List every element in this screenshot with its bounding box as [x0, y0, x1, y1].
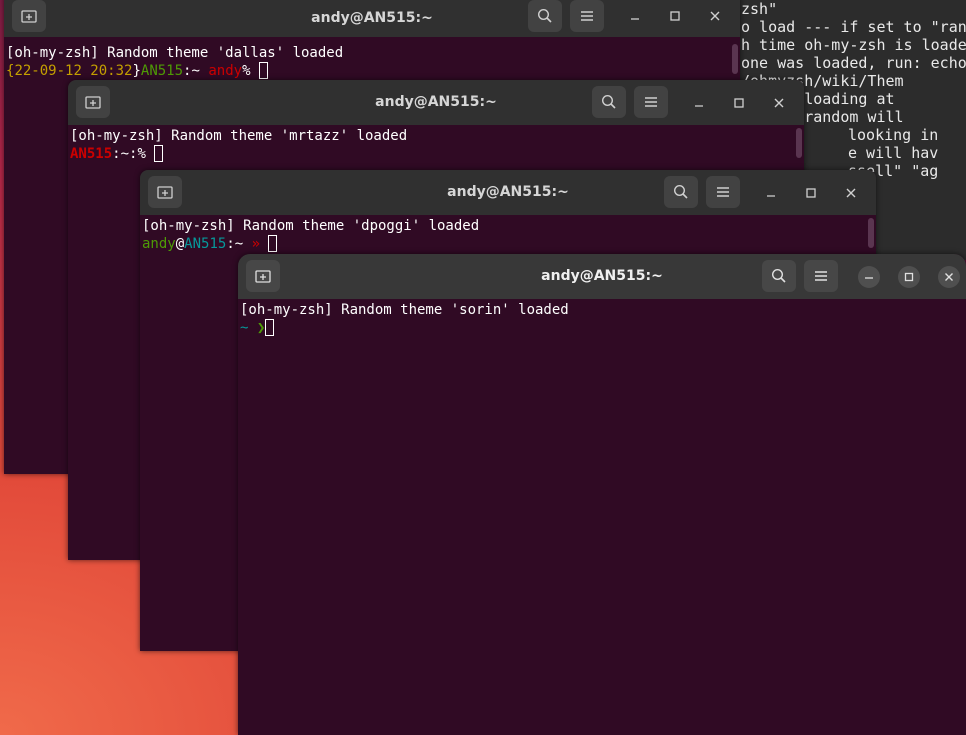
prompt-host: AN515: [140, 63, 184, 79]
theme-message: [oh-my-zsh] Random theme 'dallas' loaded: [6, 45, 344, 61]
titlebar[interactable]: andy@AN515:~: [238, 254, 966, 299]
cursor: [154, 145, 164, 162]
terminal-output[interactable]: [oh-my-zsh] Random theme 'sorin' loaded …: [238, 299, 966, 735]
prompt-sep: :~: [183, 63, 209, 79]
theme-message: [oh-my-zsh] Random theme 'dpoggi' loaded: [142, 218, 480, 234]
window-title: andy@AN515:~: [541, 268, 663, 284]
maximize-icon: [670, 11, 680, 21]
editor-line: h time oh-my-zsh is loade: [741, 36, 966, 54]
prompt-rest: :~:%: [112, 146, 155, 162]
minimize-icon: [695, 105, 703, 107]
editor-line: o load --- if set to "ran: [741, 18, 966, 36]
prompt-sep: :~: [226, 236, 252, 252]
close-button[interactable]: [768, 92, 790, 114]
search-icon: [601, 94, 616, 109]
close-button[interactable]: [704, 5, 726, 27]
titlebar[interactable]: andy@AN515:~: [68, 80, 804, 125]
maximize-button[interactable]: [898, 266, 920, 288]
close-icon: [945, 273, 953, 281]
prompt-line: AN515:~:%: [70, 145, 802, 163]
search-icon: [537, 8, 552, 23]
close-icon: [846, 188, 856, 198]
hamburger-menu-icon: [645, 97, 657, 107]
maximize-button[interactable]: [800, 182, 822, 204]
minimize-button[interactable]: [858, 266, 880, 288]
minimize-button[interactable]: [624, 5, 646, 27]
minimize-icon: [767, 195, 775, 197]
hamburger-menu-icon: [581, 11, 593, 21]
cursor: [258, 62, 268, 79]
menu-button[interactable]: [706, 176, 740, 208]
minimize-button[interactable]: [688, 92, 710, 114]
scrollbar[interactable]: [732, 44, 738, 74]
minimize-button[interactable]: [760, 182, 782, 204]
minimize-icon: [631, 18, 639, 20]
prompt-datetime: 22-09-12 20:32: [14, 63, 133, 79]
close-button[interactable]: [938, 266, 960, 288]
prompt-tilde: ~: [240, 320, 257, 336]
menu-button[interactable]: [570, 0, 604, 32]
theme-message: [oh-my-zsh] Random theme 'mrtazz' loaded: [70, 128, 408, 144]
maximize-button[interactable]: [664, 5, 686, 27]
close-button[interactable]: [840, 182, 862, 204]
prompt-host: AN515: [70, 146, 113, 162]
prompt-line: ~ ❯: [240, 319, 964, 337]
titlebar[interactable]: andy@AN515:~: [4, 0, 740, 37]
hamburger-menu-icon: [815, 271, 827, 281]
close-icon: [710, 11, 720, 21]
cursor: [268, 235, 278, 252]
menu-button[interactable]: [634, 86, 668, 118]
prompt-brace: }: [132, 63, 141, 79]
close-icon: [774, 98, 784, 108]
prompt-line: andy@AN515:~ »: [142, 235, 874, 253]
editor-line: zsh": [741, 0, 778, 18]
prompt-line: {22-09-12 20:32}AN515:~ andy%: [6, 62, 738, 80]
maximize-button[interactable]: [728, 92, 750, 114]
maximize-icon: [806, 188, 816, 198]
prompt-user: andy: [208, 63, 243, 79]
menu-button[interactable]: [804, 260, 838, 292]
search-button[interactable]: [762, 260, 796, 292]
prompt-host: AN515: [184, 236, 227, 252]
hamburger-menu-icon: [717, 187, 729, 197]
search-icon: [771, 268, 786, 283]
editor-line: one was loaded, run: echo: [741, 54, 966, 72]
prompt-symbol: ❯: [256, 320, 266, 336]
search-icon: [673, 184, 688, 199]
search-button[interactable]: [664, 176, 698, 208]
scrollbar[interactable]: [868, 218, 874, 248]
search-button[interactable]: [528, 0, 562, 32]
prompt-at: @: [175, 236, 185, 252]
theme-message: [oh-my-zsh] Random theme 'sorin' loaded: [240, 302, 569, 318]
titlebar[interactable]: andy@AN515:~: [140, 170, 876, 215]
maximize-icon: [734, 98, 744, 108]
scrollbar[interactable]: [796, 128, 802, 158]
prompt-user: andy: [142, 236, 176, 252]
maximize-icon: [904, 272, 914, 282]
cursor: [265, 319, 275, 336]
terminal-window-sorin[interactable]: andy@AN515:~ [oh-my-zsh] Random theme 's…: [238, 254, 966, 735]
search-button[interactable]: [592, 86, 626, 118]
prompt-symbol: %: [242, 63, 259, 79]
prompt-symbol: »: [251, 236, 269, 252]
minimize-icon: [865, 277, 873, 279]
